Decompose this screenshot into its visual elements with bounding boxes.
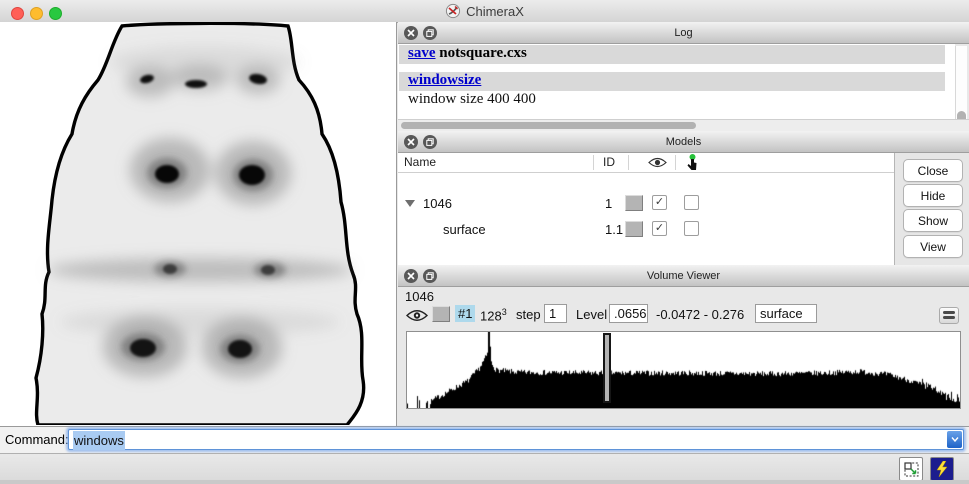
window-title: ChimeraX: [466, 4, 524, 19]
collapse-panel-button[interactable]: [939, 307, 959, 324]
volume-shown-eye-icon[interactable]: [406, 309, 428, 322]
model-row[interactable]: 1046 1 ✓: [398, 191, 894, 217]
model-name: 1046: [423, 196, 452, 211]
volume-viewer-title: Volume Viewer: [398, 265, 969, 287]
model-id: 1.1: [605, 222, 623, 237]
shown-eye-icon: [648, 157, 667, 168]
shown-checkbox[interactable]: ✓: [652, 221, 667, 236]
log-output-text: window size 400 400: [399, 91, 536, 108]
log-panel-header: Log: [398, 22, 969, 44]
command-label: Command:: [5, 427, 69, 453]
chimerax-window: ChimeraX: [0, 0, 969, 484]
data-range: -0.0472 - 0.276: [656, 307, 744, 322]
scrollbar-thumb[interactable]: [401, 122, 696, 129]
view-model-button[interactable]: View: [903, 235, 963, 258]
volume-color-swatch[interactable]: [432, 306, 450, 322]
volume-model-name: 1046: [405, 289, 434, 304]
volume-viewer-panel: Volume Viewer 1046 #1 1283 step 1 Level …: [398, 265, 969, 426]
hide-model-button[interactable]: Hide: [903, 184, 963, 207]
selected-checkbox[interactable]: [684, 221, 699, 236]
histogram[interactable]: [406, 331, 961, 409]
graphics-viewport[interactable]: [0, 22, 397, 426]
display-style-select[interactable]: surface: [755, 304, 817, 323]
select-hand-icon: [685, 154, 698, 171]
models-table-header: Name ID: [398, 153, 894, 173]
volume-dimensions: 1283: [480, 307, 507, 323]
log-panel-title: Log: [398, 22, 969, 44]
resize-window-icon: [903, 461, 920, 478]
column-id: ID: [603, 155, 615, 169]
step-label: step: [516, 307, 541, 322]
lightning-bolt-icon: [935, 461, 949, 477]
threshold-marker[interactable]: [603, 333, 611, 403]
resize-graphics-button[interactable]: [899, 457, 923, 481]
log-panel: Log save notsquare.cxs windowsize window…: [398, 22, 969, 131]
chevron-down-icon: [951, 437, 959, 442]
disclosure-triangle-icon[interactable]: [405, 200, 415, 207]
step-input[interactable]: 1: [544, 304, 567, 323]
close-model-button[interactable]: Close: [903, 159, 963, 182]
volume-model-id: #1: [455, 305, 475, 322]
model-color-swatch[interactable]: [625, 221, 643, 237]
command-input[interactable]: windows: [68, 429, 964, 450]
chimerax-icon: [445, 3, 461, 19]
level-label: Level: [576, 307, 607, 322]
model-row[interactable]: surface 1.1 ✓: [398, 217, 894, 243]
log-command-args: notsquare.cxs: [436, 45, 527, 61]
status-bar: [0, 453, 969, 484]
shown-checkbox[interactable]: ✓: [652, 195, 667, 210]
molecule-surface-rendering: [0, 22, 396, 425]
show-model-button[interactable]: Show: [903, 209, 963, 232]
models-panel-header: Models: [398, 131, 969, 153]
models-button-column: Close Hide Show View: [895, 153, 969, 265]
selected-checkbox[interactable]: [684, 195, 699, 210]
log-entry: save notsquare.cxs: [399, 45, 945, 64]
models-table: Name ID 1046 1 ✓: [398, 153, 895, 265]
fast-mode-button[interactable]: [930, 457, 954, 481]
models-panel-title: Models: [398, 131, 969, 153]
model-color-swatch[interactable]: [625, 195, 643, 211]
titlebar[interactable]: ChimeraX: [0, 0, 969, 23]
command-history-dropdown[interactable]: [947, 431, 962, 448]
model-id: 1: [605, 196, 612, 211]
log-horizontal-scrollbar[interactable]: [398, 119, 969, 131]
volume-viewer-header: Volume Viewer: [398, 265, 969, 287]
log-entry: windowsize: [399, 72, 945, 91]
log-command-link[interactable]: windowsize: [408, 72, 481, 88]
command-text-selected: windows: [73, 431, 125, 450]
models-panel: Models Name ID 1046 1: [398, 131, 969, 265]
model-name: surface: [443, 222, 486, 237]
level-input[interactable]: .0656: [609, 304, 648, 323]
log-command-link[interactable]: save: [408, 45, 436, 61]
column-name: Name: [404, 155, 436, 169]
histogram-canvas: [407, 332, 960, 408]
command-bar: Command: windows: [0, 426, 969, 453]
